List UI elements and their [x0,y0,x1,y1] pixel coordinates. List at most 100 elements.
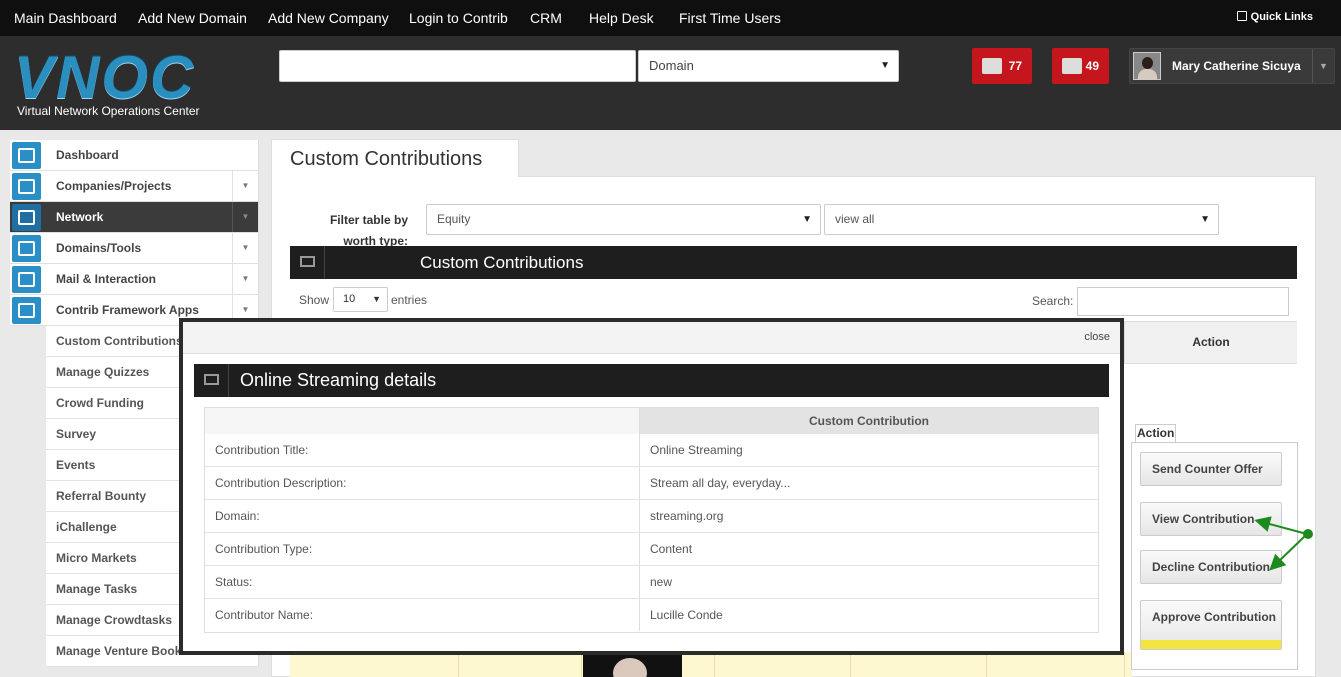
send-counter-offer-button[interactable]: Send Counter Offer [1140,452,1282,486]
column-header-action: Action [1124,321,1297,364]
vnoc-logo[interactable]: VNOC Virtual Network Operations Center [14,52,214,122]
table-icon [194,364,229,397]
network-icon [12,204,41,231]
logo-subtitle: Virtual Network Operations Center [17,104,200,118]
puzzle-icon [12,297,41,324]
sidebar-subitem-label: Manage Quizzes [56,365,150,379]
external-link-icon [1236,11,1247,21]
caret-down-icon: ▼ [802,214,812,225]
nav-first-time-users[interactable]: First Time Users [679,0,781,36]
grid-title: Custom Contributions [420,253,584,272]
global-search-input[interactable] [279,50,636,82]
sidebar-item-label: Companies/Projects [56,179,172,193]
sidebar-subitem-label: Manage Tasks [56,582,138,596]
table-row: Contribution Description: Stream all day… [205,467,1098,500]
nav-add-new-company[interactable]: Add New Company [268,0,389,36]
field-label: Contribution Description: [205,467,640,499]
mail-icon [1062,58,1082,74]
action-menu-toggle[interactable]: Action [1135,424,1176,443]
sidebar-item-label: Network [56,210,104,224]
mail-count: 49 [1085,59,1099,73]
sidebar-item-network[interactable]: Network ▼ [10,202,259,233]
building-icon [12,173,41,200]
sidebar-item-label: Contrib Framework Apps [56,303,199,317]
table-search-input[interactable] [1077,287,1289,316]
field-label: Contributor Name: [205,599,640,631]
status-filter-value: view all [835,212,875,226]
gear-icon [12,235,41,262]
worth-type-select[interactable]: Equity ▼ [426,204,821,235]
chevron-down-icon[interactable]: ▼ [232,264,258,294]
avatar [1133,52,1161,80]
field-value: Stream all day, everyday... [650,476,791,490]
grid-header: Custom Contributions [290,246,1297,279]
tickets-icon [982,58,1002,74]
entries-label: entries [391,293,428,307]
sidebar-subitem-label: Survey [56,427,97,441]
annotation-arrows [1254,516,1313,571]
user-menu[interactable]: Mary Catherine Sicuya ▼ [1129,48,1335,84]
table-row [290,652,1132,677]
approve-contribution-label: Approve Contribution [1152,610,1276,624]
table-row: Contributor Name: Lucille Conde [205,599,1098,632]
sidebar-subitem-label: Manage Venture Book [56,644,182,658]
approve-contribution-button[interactable]: Approve Contribution [1140,600,1282,650]
sidebar-item-domains-tools[interactable]: Domains/Tools ▼ [10,233,259,264]
field-label: Status: [205,566,640,598]
field-label: Contribution Title: [205,434,640,466]
table-row: Contribution Type: Content [205,533,1098,566]
sidebar-subitem-label: iChallenge [56,520,117,534]
modal-header: Online Streaming details [194,364,1109,397]
close-button[interactable]: close [1084,331,1110,343]
app-header: VNOC Virtual Network Operations Center D… [0,36,1341,130]
table-icon [290,246,325,279]
sidebar-subitem-label: Manage Crowdtasks [56,613,173,627]
sidebar-item-dashboard[interactable]: Dashboard [10,140,259,171]
status-filter-select[interactable]: view all ▼ [824,204,1219,235]
caret-down-icon: ▼ [1200,214,1210,225]
sidebar-item-companies-projects[interactable]: Companies/Projects ▼ [10,171,259,202]
sidebar-subitem-label: Crowd Funding [56,396,144,410]
details-table-header: Custom Contribution [205,408,1098,434]
domain-select-value: Domain [649,58,694,73]
domain-select[interactable]: Domain ▼ [638,50,899,82]
nav-help-desk[interactable]: Help Desk [589,0,654,36]
logo-wordmark: VNOC [14,52,196,104]
chevron-down-icon[interactable]: ▼ [232,202,258,232]
modal-topbar: close [183,322,1120,354]
field-label: Contribution Type: [205,533,640,565]
sidebar-subitem-label: Custom Contributions [56,334,183,348]
quick-links-link[interactable]: Quick Links [1236,0,1313,34]
field-value: streaming.org [650,509,724,523]
nav-main-dashboard[interactable]: Main Dashboard [14,0,117,36]
page-size-select[interactable]: 10 ▼ [333,287,388,312]
user-name: Mary Catherine Sicuya [1172,59,1301,73]
nav-login-to-contrib[interactable]: Login to Contrib [409,0,508,36]
sidebar-item-label: Dashboard [56,148,119,162]
field-value: Online Streaming [650,443,743,457]
nav-add-new-domain[interactable]: Add New Domain [138,0,247,36]
caret-down-icon: ▼ [372,294,381,304]
envelope-icon [12,266,41,293]
field-value: new [650,575,673,589]
column-header-custom-contribution: Custom Contribution [640,408,1098,434]
table-row: Status: new [205,566,1098,599]
sidebar-subitem-label: Referral Bounty [56,489,147,503]
modal-title: Online Streaming details [240,370,437,390]
highlight-bar [1141,640,1281,649]
sidebar-item-mail-interaction[interactable]: Mail & Interaction ▼ [10,264,259,295]
nav-crm[interactable]: CRM [530,0,562,36]
top-navigation-bar: Main Dashboard Add New Domain Add New Co… [0,0,1341,36]
tab-custom-contributions[interactable]: Custom Contributions [271,139,519,177]
chevron-down-icon[interactable]: ▼ [232,171,258,201]
details-table: Custom Contribution Contribution Title: … [204,407,1099,633]
mail-notification-button[interactable]: 49 [1052,48,1109,84]
table-row: Contribution Title: Online Streaming [205,434,1098,467]
tickets-notification-button[interactable]: 77 [972,48,1032,84]
chevron-down-icon[interactable]: ▼ [1312,49,1334,83]
field-value: Content [650,542,693,556]
field-value: Lucille Conde [650,608,723,622]
show-label: Show [299,293,330,307]
contributor-photo [583,652,682,677]
chevron-down-icon[interactable]: ▼ [232,233,258,263]
